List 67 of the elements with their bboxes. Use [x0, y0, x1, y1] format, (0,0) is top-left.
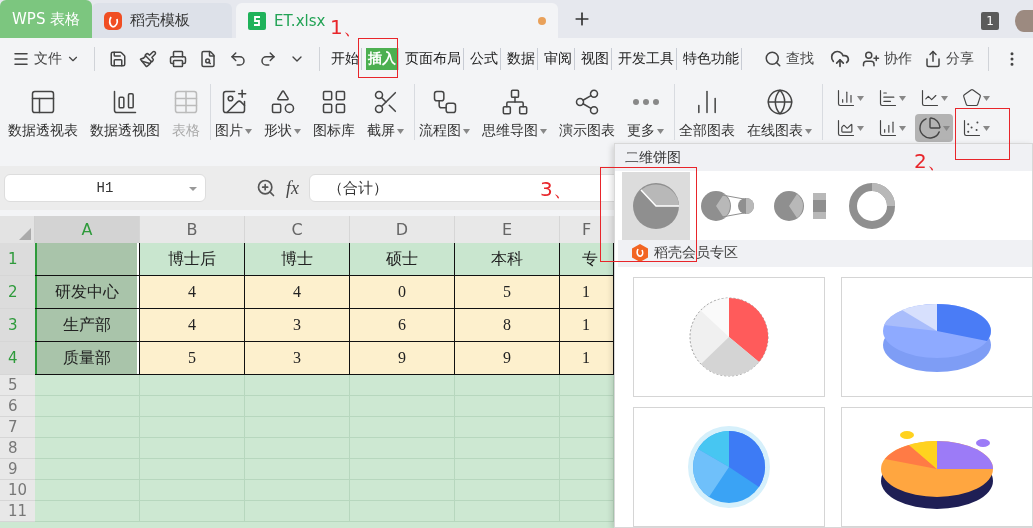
column-header[interactable]: C: [245, 216, 350, 243]
ribbon-tab[interactable]: 特色功能: [681, 48, 743, 70]
table-cell: 1: [560, 342, 614, 375]
column-header[interactable]: B: [140, 216, 245, 243]
table-cell: 硕士: [350, 243, 455, 276]
row-header[interactable]: 11: [0, 501, 35, 522]
table-cell: 专: [560, 243, 614, 276]
ribbon-button[interactable]: 思维导图: [480, 88, 549, 140]
section-title: 稻壳会员专区: [654, 244, 738, 263]
table-cell: 5: [140, 342, 245, 375]
table-cell: 9: [455, 342, 560, 375]
ribbon-button[interactable]: 全部图表: [677, 88, 737, 140]
table-cell: 研发中心: [35, 276, 140, 309]
row-header[interactable]: 6: [0, 396, 35, 417]
table-cell: 博士后: [140, 243, 245, 276]
ribbon-tab[interactable]: 公式: [468, 48, 502, 70]
ribbon-button[interactable]: 流程图: [417, 88, 472, 140]
table-cell: 1: [560, 276, 614, 309]
search-button[interactable]: 查找: [760, 48, 819, 70]
annotation-label: 3、: [540, 176, 573, 203]
table-cell: 4: [140, 309, 245, 342]
ribbon-button[interactable]: 更多: [625, 88, 666, 140]
row-header[interactable]: 8: [0, 438, 35, 459]
table-cell: 9: [350, 342, 455, 375]
file-menu[interactable]: 文件: [8, 48, 84, 70]
share-button[interactable]: 分享: [920, 48, 979, 70]
ribbon-button[interactable]: 数据透视图: [88, 88, 162, 140]
annotation-label: 1、: [330, 14, 363, 41]
ribbon-button[interactable]: 截屏: [365, 88, 406, 140]
row-header[interactable]: 5: [0, 375, 35, 396]
column-header[interactable]: D: [350, 216, 455, 243]
ribbon-tab[interactable]: 数据: [505, 48, 539, 70]
name-box[interactable]: H1: [4, 174, 206, 202]
ribbon-button[interactable]: 形状: [262, 88, 303, 140]
ribbon-button[interactable]: 图标库: [311, 88, 357, 140]
ribbon-tab[interactable]: 页面布局: [403, 48, 465, 70]
document-tab[interactable]: 稻壳模板: [92, 3, 232, 38]
table-cell: 质量部: [35, 342, 140, 375]
table-cell: 0: [350, 276, 455, 309]
ribbon-tab[interactable]: 开始: [329, 48, 363, 70]
table-cell: 1: [560, 309, 614, 342]
column-header[interactable]: F: [560, 216, 614, 243]
ribbon-button[interactable]: 在线图表: [745, 88, 814, 140]
table-cell: 6: [350, 309, 455, 342]
table-cell: 4: [140, 276, 245, 309]
table-cell: 5: [455, 276, 560, 309]
row-header[interactable]: 10: [0, 480, 35, 501]
table-cell: 3: [245, 309, 350, 342]
row-header[interactable]: 7: [0, 417, 35, 438]
table-cell: 8: [455, 309, 560, 342]
table-cell: 生产部: [35, 309, 140, 342]
column-header[interactable]: E: [455, 216, 560, 243]
table-cell: 4: [245, 276, 350, 309]
collaborate-button[interactable]: 协作: [858, 48, 917, 70]
annotation-label: 2、: [914, 148, 947, 175]
ribbon-button[interactable]: 图片: [213, 88, 254, 140]
ribbon-button[interactable]: 数据透视表: [6, 88, 80, 140]
window-count: 1: [981, 12, 999, 30]
ribbon-button[interactable]: 演示图表: [557, 88, 617, 140]
table-cell: 本科: [455, 243, 560, 276]
ribbon-tab[interactable]: 视图: [579, 48, 613, 70]
table-cell: 博士: [245, 243, 350, 276]
function-label[interactable]: fx: [286, 177, 299, 199]
ribbon-tab[interactable]: 审阅: [542, 48, 576, 70]
ribbon-tab[interactable]: 开发工具: [616, 48, 678, 70]
row-header[interactable]: 9: [0, 459, 35, 480]
table-cell: 3: [245, 342, 350, 375]
